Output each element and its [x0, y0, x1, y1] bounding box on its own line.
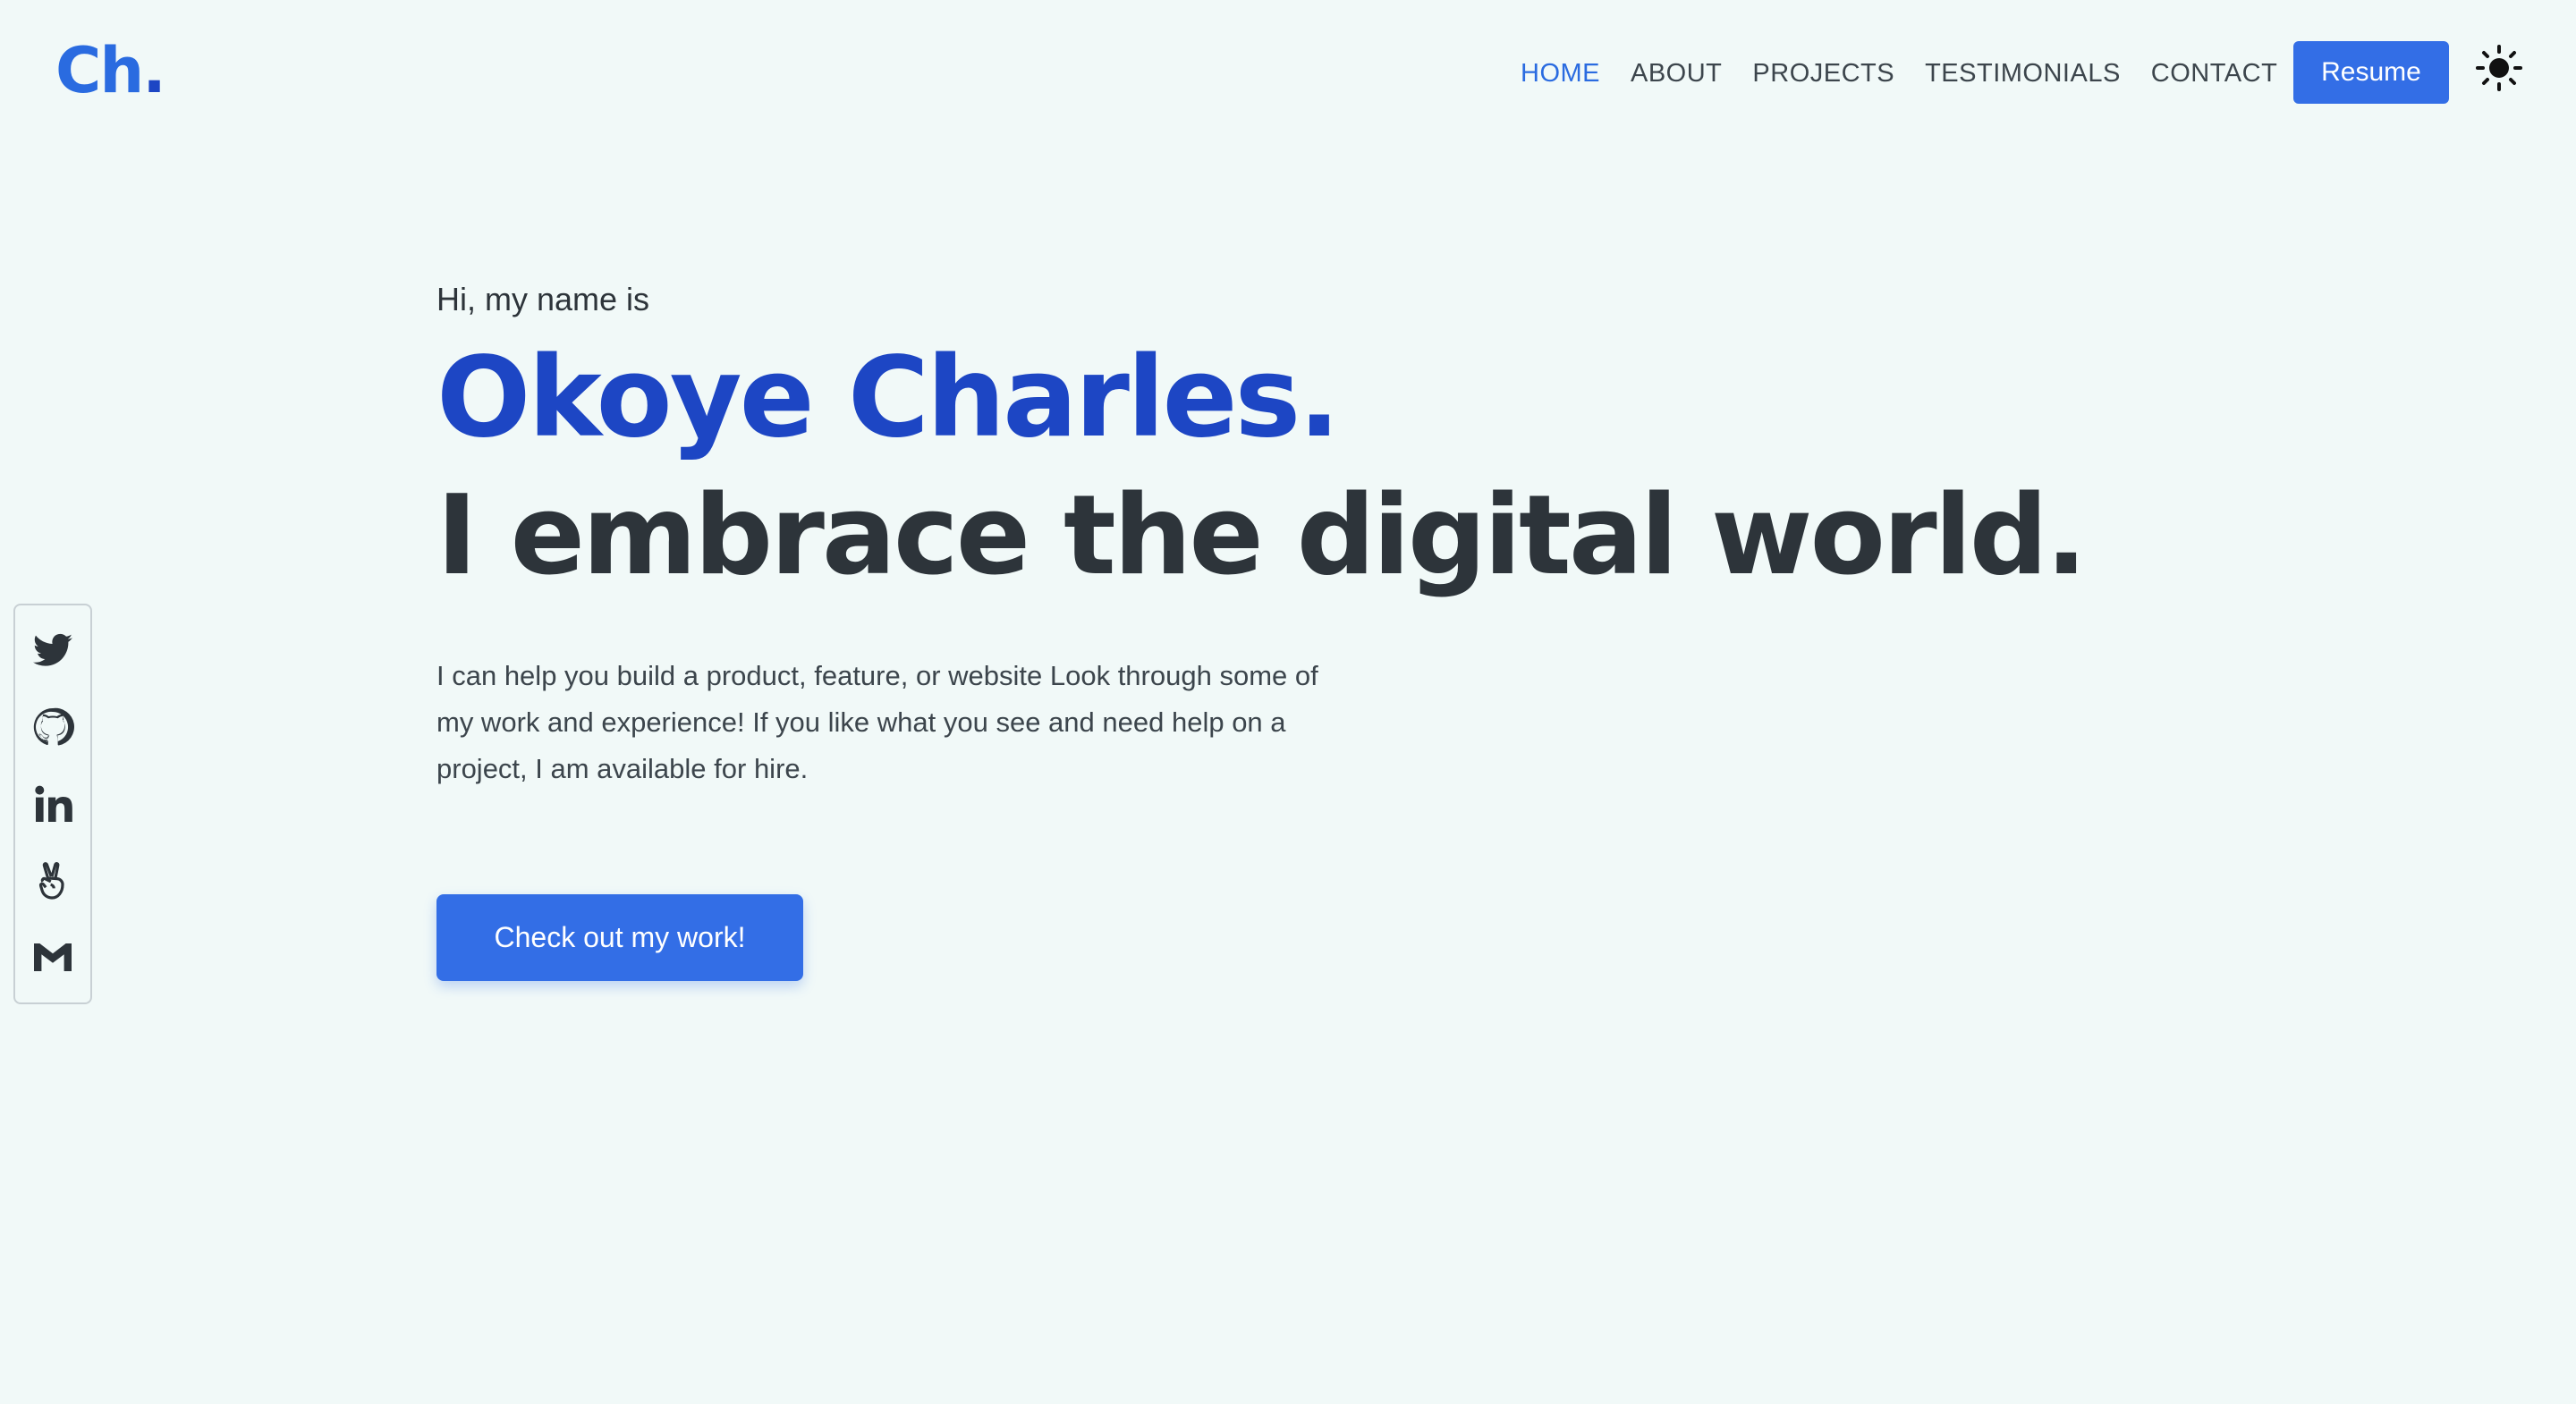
twitter-icon[interactable]: [28, 626, 78, 676]
hero-name: Okoye Charles.: [436, 334, 1340, 462]
resume-button[interactable]: Resume: [2293, 41, 2449, 104]
nav-about[interactable]: ABOUT: [1631, 55, 1722, 91]
social-sidebar: [13, 604, 92, 1004]
logo-dot: .: [142, 34, 166, 107]
logo[interactable]: Ch.: [55, 30, 166, 111]
site-header: Ch. HOME ABOUT PROJECTS TESTIMONIALS CON…: [0, 0, 2576, 143]
angellist-icon[interactable]: [28, 856, 78, 906]
nav-home[interactable]: HOME: [1521, 55, 1600, 91]
logo-text: Ch: [55, 34, 144, 107]
nav-testimonials[interactable]: TESTIMONIALS: [1925, 55, 2121, 91]
nav-contact[interactable]: CONTACT: [2151, 55, 2278, 91]
github-icon[interactable]: [28, 702, 78, 752]
linkedin-icon[interactable]: [28, 779, 78, 829]
gmail-icon[interactable]: [28, 932, 78, 982]
check-out-work-button[interactable]: Check out my work!: [436, 894, 803, 981]
nav-projects[interactable]: PROJECTS: [1752, 55, 1894, 91]
hero-tagline: I embrace the digital world.: [436, 472, 2088, 600]
hero-section: Hi, my name is Okoye Charles. I embrace …: [436, 268, 2136, 981]
hero-intro: I can help you build a product, feature,…: [436, 660, 1318, 784]
main-nav: HOME ABOUT PROJECTS TESTIMONIALS CONTACT: [1521, 55, 2308, 91]
greeting-text: Hi, my name is: [436, 281, 650, 317]
sun-icon[interactable]: [2476, 45, 2522, 91]
page: Ch. HOME ABOUT PROJECTS TESTIMONIALS CON…: [0, 0, 2576, 1404]
